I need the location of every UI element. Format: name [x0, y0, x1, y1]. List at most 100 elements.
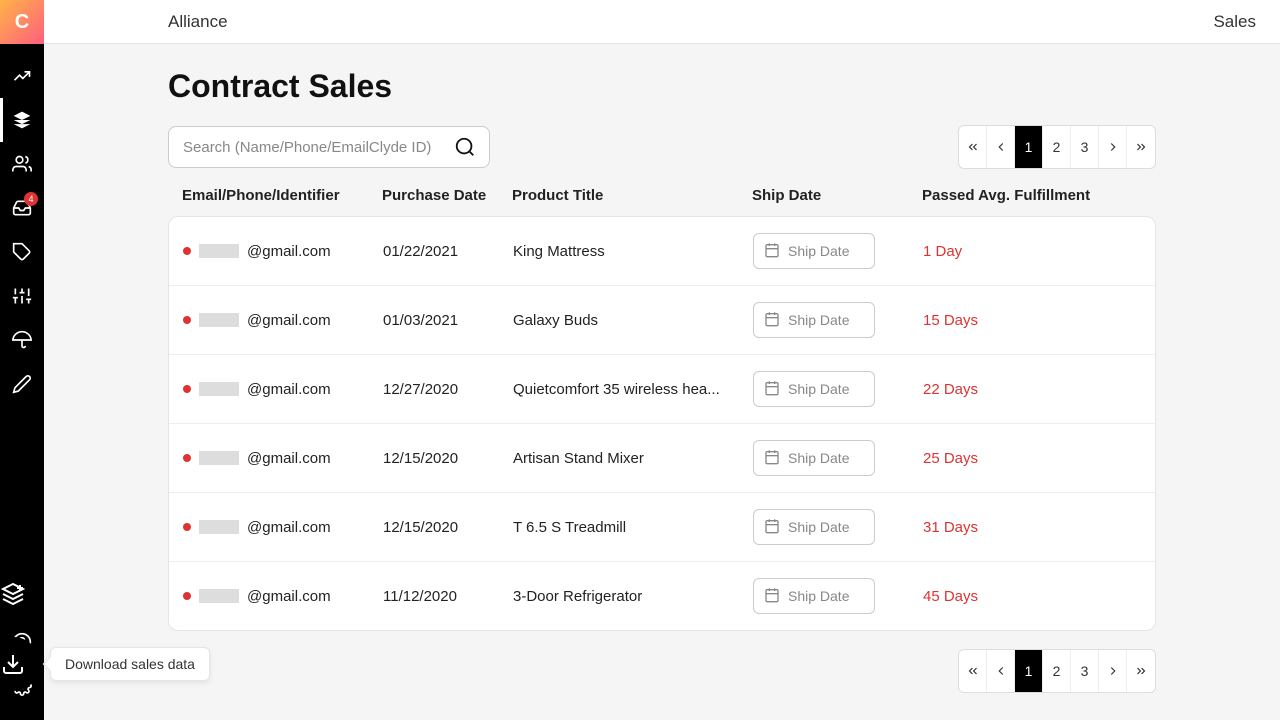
- purchase-date-cell: 01/03/2021: [383, 312, 513, 329]
- search-button[interactable]: [451, 133, 479, 161]
- table-row: @gmail.com 01/03/2021 Galaxy Buds Ship D…: [169, 286, 1155, 355]
- ship-date-placeholder: Ship Date: [788, 381, 849, 397]
- umbrella-icon[interactable]: [0, 318, 44, 362]
- identifier-cell: @gmail.com: [183, 381, 383, 398]
- last-page-button[interactable]: [1127, 650, 1155, 692]
- fulfillment-cell: 15 Days: [923, 312, 1103, 329]
- next-page-button[interactable]: [1099, 126, 1127, 168]
- identifier-cell: @gmail.com: [183, 450, 383, 467]
- section-name: Sales: [1213, 12, 1256, 32]
- redacted-name: [199, 244, 239, 258]
- ship-date-button[interactable]: Ship Date: [753, 509, 875, 545]
- col-ship-date: Ship Date: [752, 187, 922, 204]
- ship-date-button[interactable]: Ship Date: [753, 302, 875, 338]
- identifier-cell: @gmail.com: [183, 519, 383, 536]
- purchase-date-cell: 01/22/2021: [383, 243, 513, 260]
- page-2[interactable]: 2: [1043, 126, 1071, 168]
- product-title-cell: King Mattress: [513, 243, 753, 260]
- identifier-cell: @gmail.com: [183, 243, 383, 260]
- prev-page-button[interactable]: [987, 126, 1015, 168]
- email-suffix: @gmail.com: [247, 588, 331, 605]
- calendar-icon: [764, 242, 780, 261]
- purchase-date-cell: 12/15/2020: [383, 450, 513, 467]
- page-3[interactable]: 3: [1071, 126, 1099, 168]
- product-title-cell: Artisan Stand Mixer: [513, 450, 753, 467]
- status-dot: [183, 247, 191, 255]
- col-fulfillment: Passed Avg. Fulfillment: [922, 187, 1102, 204]
- redacted-name: [199, 589, 239, 603]
- ship-date-placeholder: Ship Date: [788, 519, 849, 535]
- table-row: @gmail.com 11/12/2020 3-Door Refrigerato…: [169, 562, 1155, 630]
- page-2[interactable]: 2: [1043, 650, 1071, 692]
- topbar: Alliance Sales: [44, 0, 1280, 44]
- table-row: @gmail.com 12/27/2020 Quietcomfort 35 wi…: [169, 355, 1155, 424]
- next-page-button[interactable]: [1099, 650, 1127, 692]
- page-1[interactable]: 1: [1015, 126, 1043, 168]
- table-row: @gmail.com 12/15/2020 T 6.5 S Treadmill …: [169, 493, 1155, 562]
- ship-date-placeholder: Ship Date: [788, 588, 849, 604]
- col-purchase-date: Purchase Date: [382, 187, 512, 204]
- purchase-date-cell: 12/27/2020: [383, 381, 513, 398]
- ship-date-button[interactable]: Ship Date: [753, 371, 875, 407]
- col-identifier: Email/Phone/Identifier: [182, 187, 382, 204]
- product-title-cell: T 6.5 S Treadmill: [513, 519, 753, 536]
- identifier-cell: @gmail.com: [183, 588, 383, 605]
- page-3[interactable]: 3: [1071, 650, 1099, 692]
- product-title-cell: Quietcomfort 35 wireless hea...: [513, 381, 753, 398]
- first-page-button[interactable]: [959, 126, 987, 168]
- download-fab[interactable]: Download sales data: [0, 637, 40, 691]
- ship-date-placeholder: Ship Date: [788, 312, 849, 328]
- table-row: @gmail.com 12/15/2020 Artisan Stand Mixe…: [169, 424, 1155, 493]
- fulfillment-cell: 22 Days: [923, 381, 1103, 398]
- product-title-cell: 3-Door Refrigerator: [513, 588, 753, 605]
- ship-date-button[interactable]: Ship Date: [753, 440, 875, 476]
- users-icon[interactable]: [0, 142, 44, 186]
- app-logo[interactable]: C: [0, 0, 44, 44]
- page-1[interactable]: 1: [1015, 650, 1043, 692]
- status-dot: [183, 316, 191, 324]
- status-dot: [183, 592, 191, 600]
- search-input[interactable]: [183, 139, 451, 156]
- layers-fab[interactable]: [0, 567, 40, 621]
- email-suffix: @gmail.com: [247, 381, 331, 398]
- brand-name: Alliance: [168, 12, 228, 32]
- inbox-badge: 4: [24, 192, 38, 206]
- prev-page-button[interactable]: [987, 650, 1015, 692]
- email-suffix: @gmail.com: [247, 519, 331, 536]
- page-title: Contract Sales: [168, 68, 1280, 105]
- fulfillment-cell: 1 Day: [923, 243, 1103, 260]
- layers-icon[interactable]: [0, 98, 44, 142]
- first-page-button[interactable]: [959, 650, 987, 692]
- search-box: [168, 126, 490, 168]
- calendar-icon: [764, 587, 780, 606]
- email-suffix: @gmail.com: [247, 243, 331, 260]
- fulfillment-cell: 31 Days: [923, 519, 1103, 536]
- ship-date-button[interactable]: Ship Date: [753, 578, 875, 614]
- redacted-name: [199, 382, 239, 396]
- sliders-icon[interactable]: [0, 274, 44, 318]
- redacted-name: [199, 313, 239, 327]
- redacted-name: [199, 520, 239, 534]
- calendar-icon: [764, 380, 780, 399]
- identifier-cell: @gmail.com: [183, 312, 383, 329]
- status-dot: [183, 523, 191, 531]
- redacted-name: [199, 451, 239, 465]
- calendar-icon: [764, 449, 780, 468]
- calendar-icon: [764, 311, 780, 330]
- table-body: @gmail.com 01/22/2021 King Mattress Ship…: [168, 216, 1156, 631]
- inbox-icon[interactable]: 4: [0, 186, 44, 230]
- col-product-title: Product Title: [512, 187, 752, 204]
- status-dot: [183, 454, 191, 462]
- trending-icon[interactable]: [0, 54, 44, 98]
- edit-icon[interactable]: [0, 362, 44, 406]
- status-dot: [183, 385, 191, 393]
- ship-date-placeholder: Ship Date: [788, 243, 849, 259]
- fulfillment-cell: 45 Days: [923, 588, 1103, 605]
- product-title-cell: Galaxy Buds: [513, 312, 753, 329]
- tag-icon[interactable]: [0, 230, 44, 274]
- last-page-button[interactable]: [1127, 126, 1155, 168]
- table-row: @gmail.com 01/22/2021 King Mattress Ship…: [169, 217, 1155, 286]
- ship-date-button[interactable]: Ship Date: [753, 233, 875, 269]
- pagination-bottom: 123: [958, 649, 1156, 693]
- table-headers: Email/Phone/Identifier Purchase Date Pro…: [168, 187, 1156, 216]
